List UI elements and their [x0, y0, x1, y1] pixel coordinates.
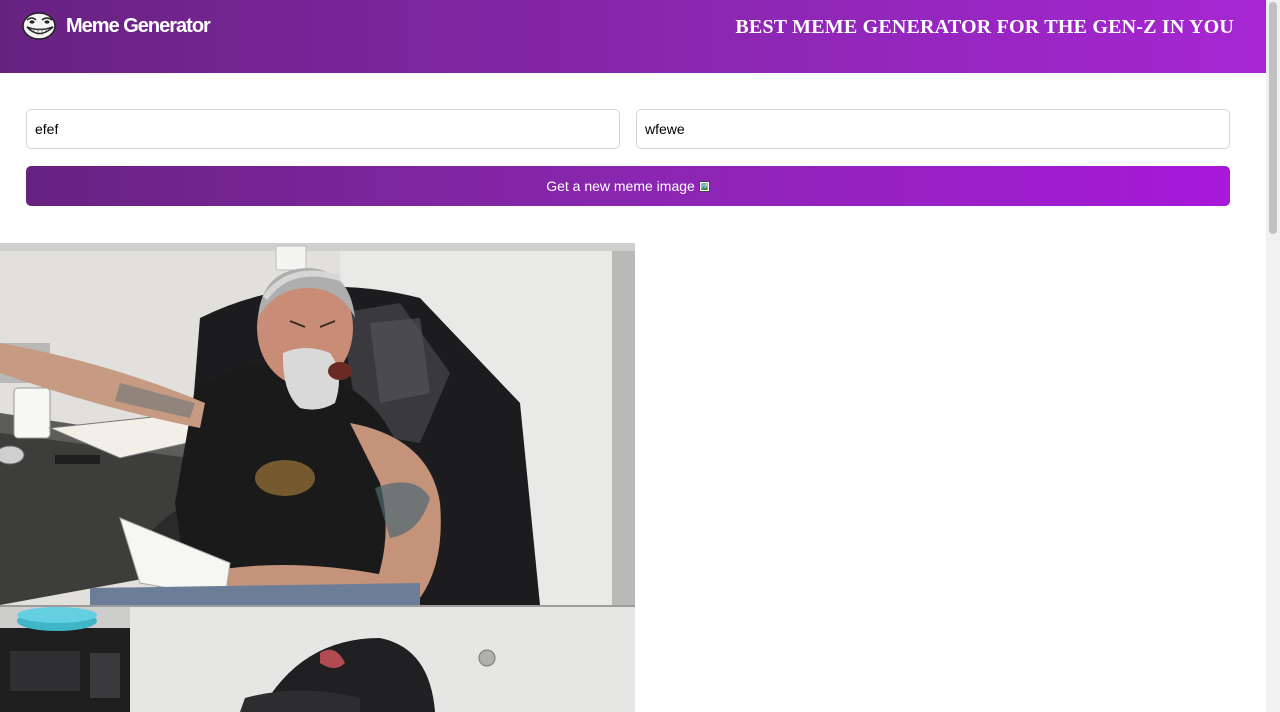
meme-image — [0, 243, 635, 712]
get-new-meme-button[interactable]: Get a new meme image — [26, 166, 1230, 206]
meme-form: Get a new meme image — [26, 109, 1230, 206]
brand-name: Meme Generator — [66, 14, 211, 37]
page-scrollbar[interactable] — [1266, 0, 1280, 712]
top-text-input[interactable] — [26, 109, 620, 149]
framed-picture-icon — [698, 180, 710, 192]
bottom-text-input[interactable] — [636, 109, 1230, 149]
top-header: Meme Generator BEST MEME GENERATOR FOR T… — [0, 0, 1266, 73]
american-chopper-argument — [0, 243, 635, 712]
scrollbar-thumb[interactable] — [1269, 2, 1277, 234]
troll-face-icon — [22, 12, 56, 40]
brand-logo: Meme Generator — [22, 10, 211, 42]
app-viewport: Meme Generator BEST MEME GENERATOR FOR T… — [0, 0, 1266, 712]
get-new-meme-label: Get a new meme image — [546, 178, 695, 194]
text-inputs-row — [26, 109, 1230, 149]
header-tagline: BEST MEME GENERATOR FOR THE GEN-Z IN YOU — [735, 16, 1234, 38]
